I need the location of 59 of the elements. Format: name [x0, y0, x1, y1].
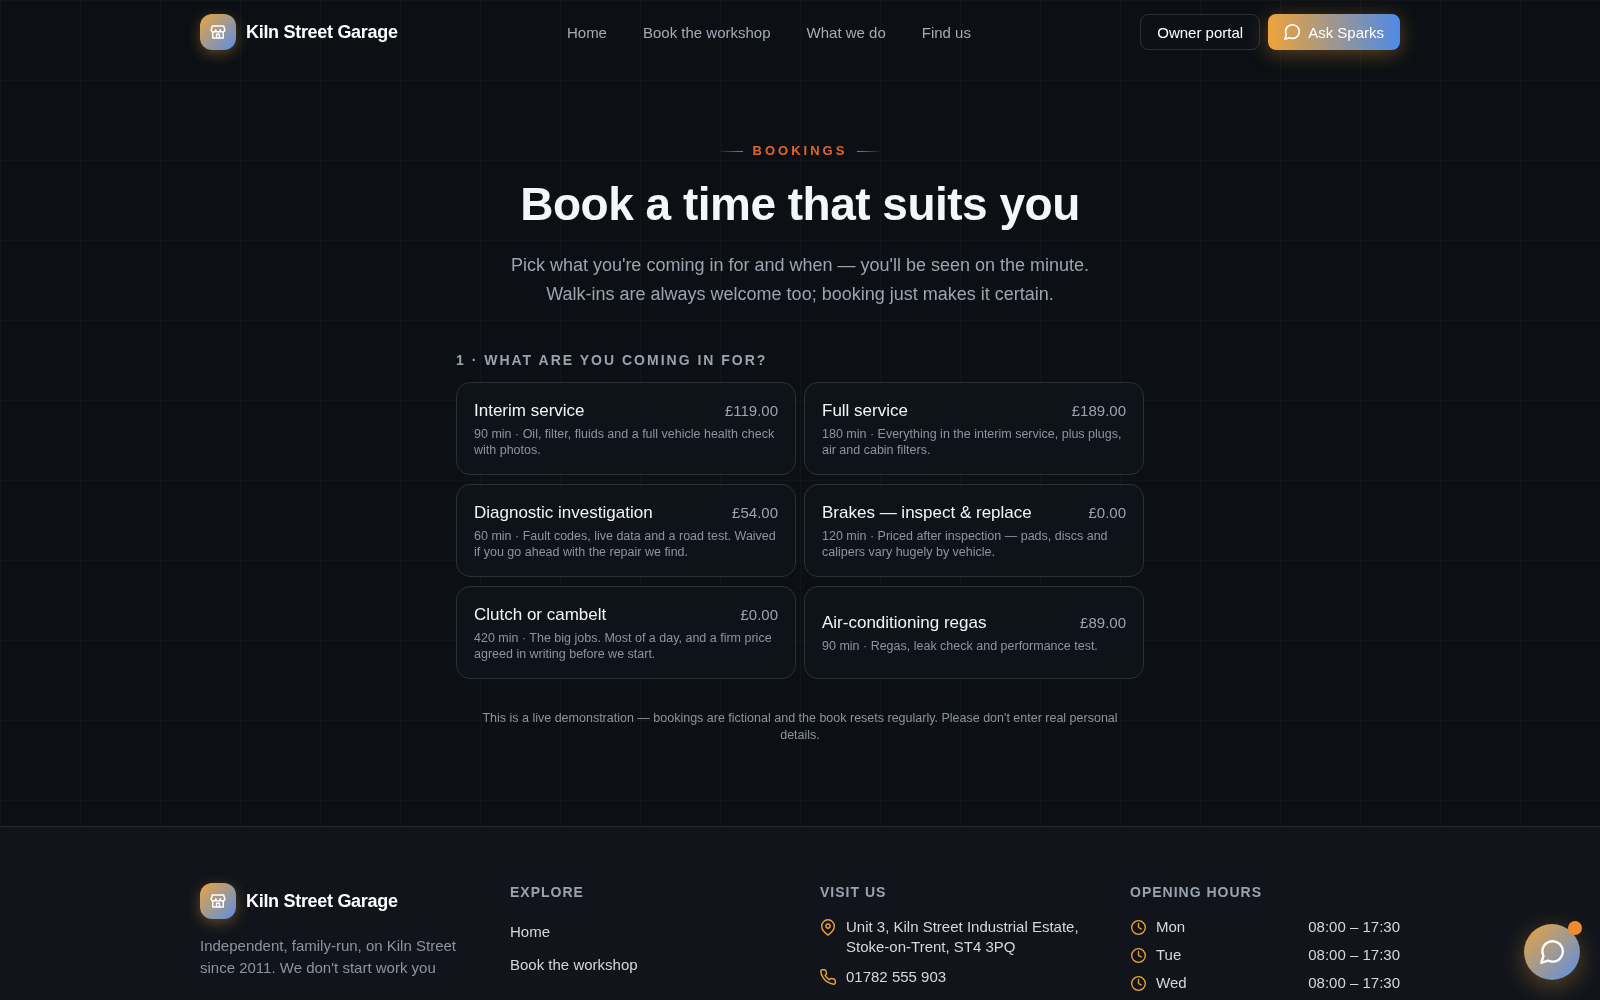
weekday-label: Wed: [1156, 973, 1187, 993]
weekday-label: Tue: [1156, 945, 1182, 965]
clock-icon: [1130, 947, 1146, 963]
clock-icon: [1130, 975, 1146, 991]
footer-link[interactable]: Home: [510, 922, 550, 942]
service-name: Air-conditioning regas: [822, 611, 987, 634]
service-name: Clutch or cambelt: [474, 603, 607, 626]
footer-heading: VISIT US: [820, 883, 888, 901]
nav-link[interactable]: Find us: [921, 23, 971, 41]
phone-icon: [820, 969, 836, 985]
footer-heading: OPENING HOURS: [1130, 883, 1263, 901]
service-option-card[interactable]: Air-conditioning regas £89.00 90 min · Regas, leak check and performance test.: [804, 586, 1144, 679]
brand-name: Kiln Street Garage: [246, 21, 398, 43]
brand-name: Kiln Street Garage: [246, 890, 398, 912]
service-option-card[interactable]: Full service £189.00 180 min · Everything in the interim service, plus plugs, air and cabin filters.: [804, 382, 1144, 475]
nav-link[interactable]: Home: [566, 23, 607, 41]
service-name: Full service: [822, 399, 908, 422]
nav-link[interactable]: Book the workshop: [642, 23, 771, 41]
opening-time: 08:00 – 17:30: [1308, 973, 1400, 993]
service-option-card[interactable]: Brakes — inspect & replace £0.00 120 min · Priced after inspection — pads, discs and calipers vary hugely by vehicle.: [804, 484, 1144, 577]
footer-heading: EXPLORE: [510, 883, 585, 901]
service-description: 90 min · Oil, filter, fluids and a full vehicle health check with photos.: [474, 425, 776, 458]
page-title: Book a time that suits you: [520, 177, 1080, 232]
chat-icon: [1284, 24, 1301, 40]
service-price: £189.00: [1071, 400, 1126, 421]
service-price: £0.00: [1088, 502, 1126, 523]
about-text: Independent, family-run, on Kiln Street since 2011. We don't start work you: [200, 936, 457, 978]
service-price: £119.00: [724, 400, 778, 421]
service-price: £0.00: [740, 604, 778, 625]
clock-icon: [1130, 919, 1146, 935]
footer-link[interactable]: Book the workshop: [510, 955, 638, 975]
service-option-card[interactable]: Clutch or cambelt £0.00 420 min · The big jobs. Most of a day, and a firm price agreed in writing before we start.: [456, 586, 796, 679]
service-option-card[interactable]: Interim service £119.00 90 min · Oil, filter, fluids and a full vehicle health check with photos.: [456, 382, 796, 475]
page-subtitle: Pick what you're coming in for and when — you'll be seen on the minute. Walk-ins are always welcome too; booking just makes it certain.: [510, 254, 1090, 306]
address-text: Unit 3, Kiln Street Industrial Estate, Stoke-on-Trent, ST4 3PQ: [846, 917, 1079, 957]
service-description: 60 min · Fault codes, live data and a road test. Waived if you go ahead with the repair we find.: [474, 527, 777, 560]
section-eyebrow: BOOKINGS: [752, 143, 848, 159]
phone-number: 01782 555 903: [846, 967, 947, 987]
storefront-logo-icon: [200, 883, 236, 919]
nav-link[interactable]: What we do: [806, 23, 886, 41]
weekday-label: Mon: [1156, 917, 1186, 937]
service-option-card[interactable]: Diagnostic investigation £54.00 60 min · Fault codes, live data and a road test. Waived if you go ahead with the repair we find.: [456, 484, 796, 577]
service-name: Interim service: [474, 399, 585, 422]
service-price: £54.00: [732, 502, 778, 523]
service-description: 180 min · Everything in the interim service, plus plugs, air and cabin filters.: [822, 425, 1123, 458]
map-pin-icon: [821, 918, 835, 936]
service-description: 420 min · The big jobs. Most of a day, and a firm price agreed in writing before we start.: [474, 629, 773, 662]
service-description: 120 min · Priced after inspection — pads, discs and calipers vary hugely by vehicle.: [822, 527, 1109, 560]
step-heading: 1 · WHAT ARE YOU COMING IN FOR?: [456, 351, 769, 369]
opening-time: 08:00 – 17:30: [1308, 945, 1400, 965]
demo-disclaimer: This is a live demonstration — bookings are fictional and the book resets regularly. Please don't enter real personal details.: [481, 710, 1119, 744]
storefront-logo-icon: [200, 14, 236, 50]
service-name: Diagnostic investigation: [474, 501, 653, 524]
service-description: 90 min · Regas, leak check and performance test.: [822, 637, 1099, 654]
owner-portal-button[interactable]: Owner portal: [1140, 14, 1261, 50]
service-price: £89.00: [1080, 612, 1126, 633]
service-name: Brakes — inspect & replace: [822, 501, 1032, 524]
opening-time: 08:00 – 17:30: [1308, 917, 1400, 937]
chat-icon: [1540, 940, 1564, 964]
